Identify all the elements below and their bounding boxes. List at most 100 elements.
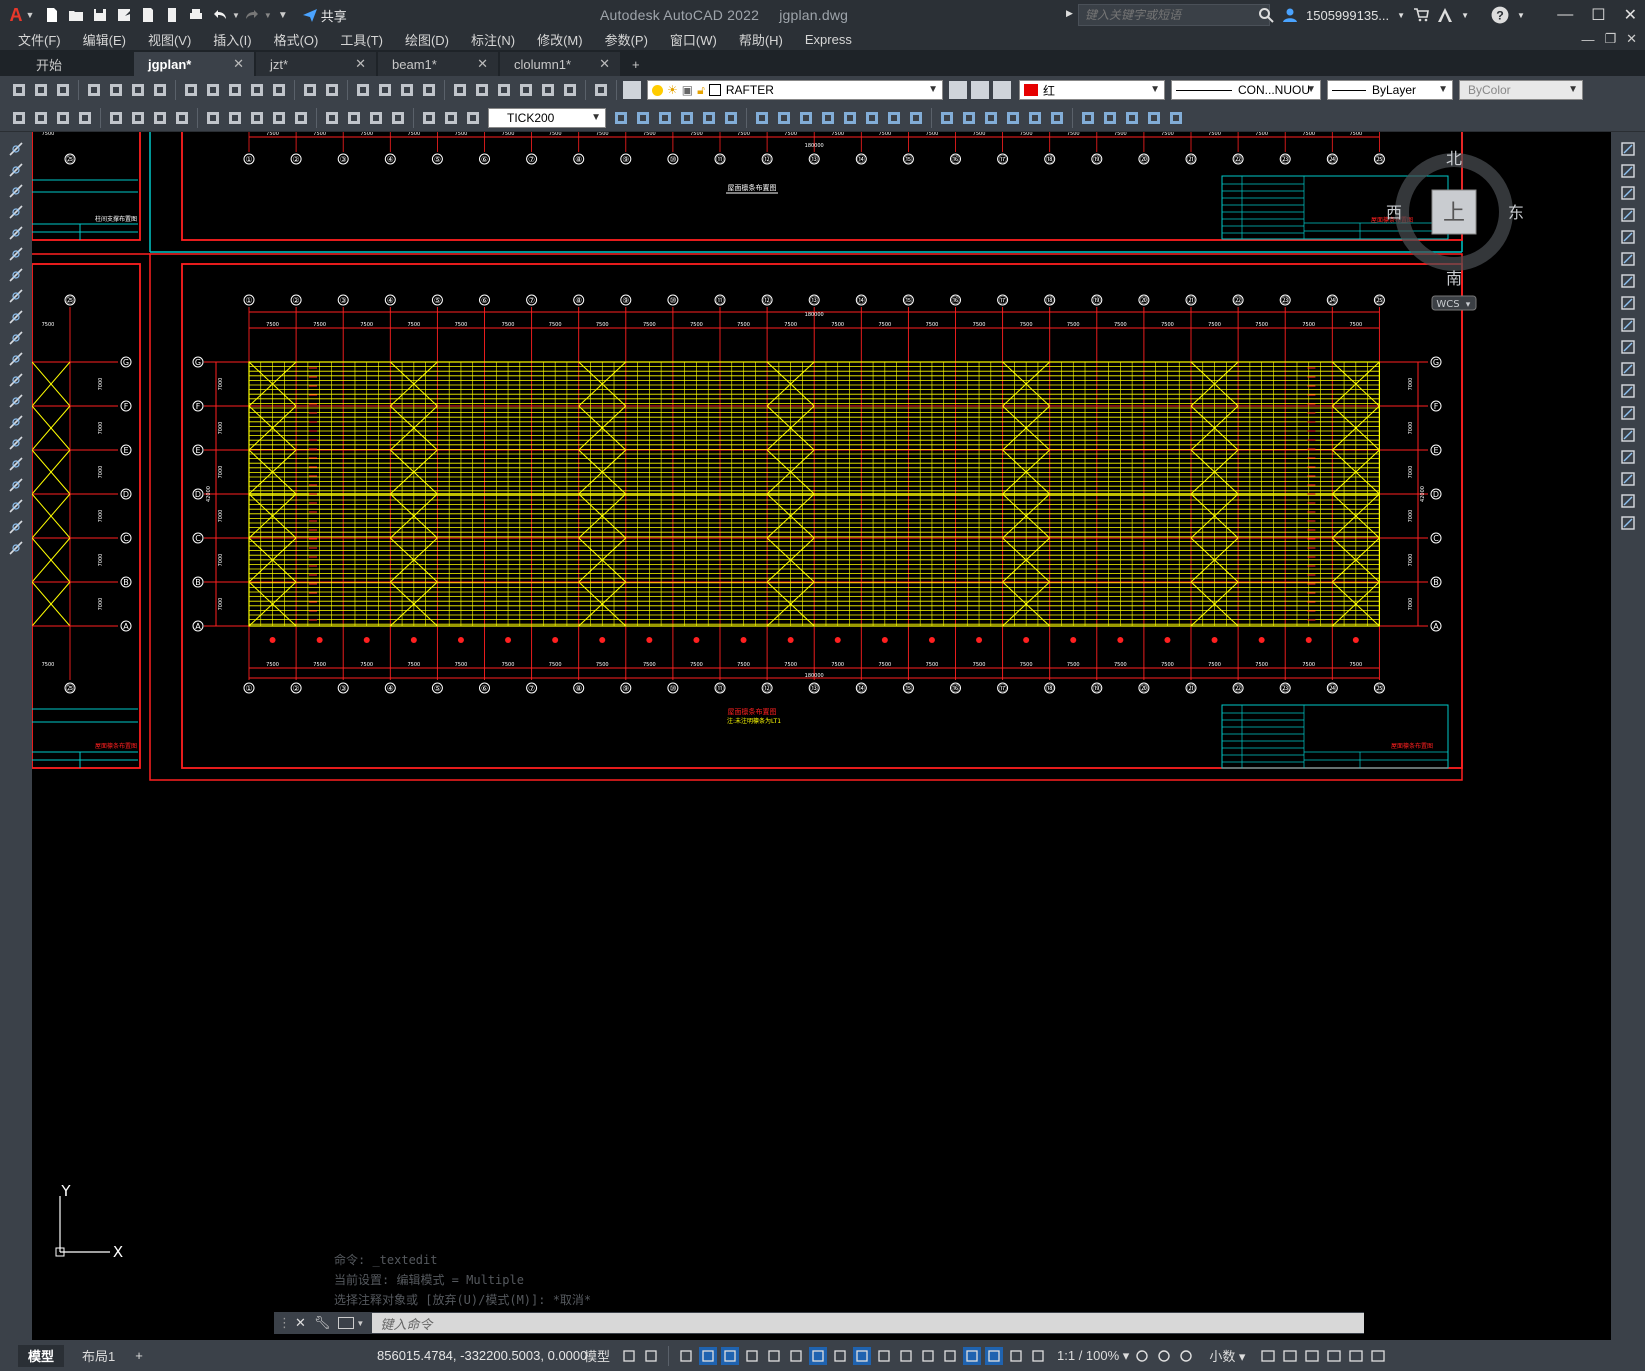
annotation-scale-icon[interactable]	[1029, 1347, 1047, 1365]
dynamic-input-icon[interactable]	[699, 1346, 718, 1365]
aligned-dim-icon[interactable]	[32, 109, 50, 127]
break-icon[interactable]	[1619, 404, 1637, 422]
new-file-icon[interactable]	[41, 4, 63, 26]
quick-dim-icon[interactable]	[204, 109, 222, 127]
close-tab-icon[interactable]: ✕	[477, 56, 488, 72]
radius-dim-icon[interactable]	[107, 109, 125, 127]
transparency-icon[interactable]	[853, 1346, 872, 1365]
move-icon[interactable]	[841, 109, 859, 127]
menu-item-8[interactable]: 修改(M)	[537, 30, 583, 49]
tool-palettes-icon[interactable]	[495, 81, 513, 99]
mirror-icon[interactable]	[775, 109, 793, 127]
revcloud-icon[interactable]	[7, 287, 25, 305]
gizmo-icon[interactable]	[963, 1346, 982, 1365]
join-icon[interactable]	[1619, 426, 1637, 444]
grip-icon[interactable]: ⋮	[278, 1315, 291, 1331]
menu-item-7[interactable]: 标注(N)	[471, 30, 515, 49]
plot-icon[interactable]	[85, 81, 103, 99]
menu-item-10[interactable]: 窗口(W)	[670, 30, 717, 49]
tab-jzt[interactable]: jzt* ✕	[256, 52, 376, 76]
blend-curves-icon[interactable]	[1619, 492, 1637, 510]
markup-icon[interactable]	[539, 81, 557, 99]
save-icon[interactable]	[54, 81, 72, 99]
quick-properties-icon[interactable]	[1259, 1347, 1277, 1365]
explode-icon[interactable]	[1079, 109, 1097, 127]
dim-edit-icon[interactable]	[420, 109, 438, 127]
workspace-gear-icon[interactable]	[1133, 1347, 1151, 1365]
ordinate-dim-icon[interactable]	[76, 109, 94, 127]
close-tab-icon[interactable]: ✕	[355, 56, 366, 72]
add-layout-button[interactable]: +	[125, 1345, 153, 1367]
doc-restore-icon[interactable]: ❐	[1604, 31, 1616, 47]
annotation-visibility-icon[interactable]	[985, 1346, 1004, 1365]
save-icon[interactable]	[89, 4, 111, 26]
zoom-realtime-icon[interactable]	[376, 81, 394, 99]
search-box[interactable]	[1078, 4, 1270, 26]
lineweight-icon[interactable]	[831, 1347, 849, 1365]
wipeout-icon[interactable]	[1145, 109, 1163, 127]
layout-tab-layout1[interactable]: 布局1	[72, 1345, 125, 1367]
break-icon[interactable]	[982, 109, 1000, 127]
cart-icon[interactable]	[1413, 7, 1430, 23]
dynamic-ucs-icon[interactable]	[919, 1347, 937, 1365]
arc-icon[interactable]	[7, 245, 25, 263]
layer-state-icon[interactable]	[993, 81, 1011, 99]
grid-icon[interactable]	[620, 1347, 638, 1365]
scale-icon[interactable]	[885, 109, 903, 127]
redo-icon[interactable]	[241, 4, 263, 26]
search-icon[interactable]	[1258, 7, 1274, 23]
cut-icon[interactable]	[182, 81, 200, 99]
rectangle-icon[interactable]	[7, 224, 25, 242]
match-properties-icon[interactable]	[248, 81, 266, 99]
jogged-dim-icon[interactable]	[129, 109, 147, 127]
maximize-icon[interactable]: ☐	[1591, 5, 1605, 25]
region-icon[interactable]	[7, 476, 25, 494]
object-snap-tracking-icon[interactable]	[787, 1347, 805, 1365]
customize-icon[interactable]	[1369, 1347, 1387, 1365]
inspection-icon[interactable]	[367, 109, 385, 127]
menu-item-12[interactable]: Express	[805, 32, 852, 47]
linetype-dropdown[interactable]: CON...NUOU ▼	[1171, 80, 1321, 100]
offset-icon[interactable]	[797, 109, 815, 127]
drawing-canvas[interactable]: 7500 ① 7500 ② 7500 ③ 7500 ④ 7500 ⑤ 7500 ⑥ 7500 ⑦ 7500 ⑧…	[32, 132, 1611, 1340]
stretch-icon[interactable]	[1619, 316, 1637, 334]
mirror-icon[interactable]	[1619, 184, 1637, 202]
undo-icon[interactable]	[301, 81, 319, 99]
continue-dim-icon[interactable]	[248, 109, 266, 127]
3d-osnap-icon[interactable]	[897, 1347, 915, 1365]
rotate-icon[interactable]	[863, 109, 881, 127]
open-icon[interactable]	[32, 81, 50, 99]
publish-icon[interactable]	[129, 81, 147, 99]
chevron-down-icon[interactable]: ▼	[1461, 11, 1469, 20]
save-to-web-icon[interactable]	[161, 4, 183, 26]
menu-item-1[interactable]: 编辑(E)	[83, 30, 126, 49]
quickcalc-icon[interactable]	[561, 81, 579, 99]
customize-qat-icon[interactable]: ▼	[278, 10, 288, 21]
tab-jgplan[interactable]: jgplan* ✕	[134, 52, 254, 76]
linear-dim-icon[interactable]	[10, 109, 28, 127]
auto-scale-icon[interactable]	[1007, 1347, 1025, 1365]
model-space-button[interactable]: 模型	[584, 1346, 610, 1365]
pan-icon[interactable]	[354, 81, 372, 99]
menu-item-3[interactable]: 插入(I)	[213, 30, 251, 49]
menu-item-5[interactable]: 工具(T)	[340, 30, 383, 49]
close-tab-icon[interactable]: ✕	[599, 56, 610, 72]
above-icon[interactable]	[656, 109, 674, 127]
autodesk-a360-icon[interactable]	[1437, 7, 1453, 23]
dimstyle-dropdown[interactable]: TICK200 ▼	[488, 107, 606, 128]
trim-icon[interactable]	[938, 109, 956, 127]
lock-ui-icon[interactable]	[1281, 1347, 1299, 1365]
plot-preview-icon[interactable]	[107, 81, 125, 99]
design-center-icon[interactable]	[473, 81, 491, 99]
menu-item-0[interactable]: 文件(F)	[18, 30, 61, 49]
boundary-icon[interactable]	[1123, 109, 1141, 127]
copy-icon[interactable]	[204, 81, 222, 99]
chevron-down-icon[interactable]: ▼	[1397, 11, 1405, 20]
open-folder-icon[interactable]	[65, 4, 87, 26]
close-icon[interactable]: ✕	[1624, 5, 1637, 25]
dim-update-icon[interactable]	[464, 109, 482, 127]
copy-icon[interactable]	[1619, 162, 1637, 180]
polygon-icon[interactable]	[7, 203, 25, 221]
make-block-icon[interactable]	[7, 392, 25, 410]
chevron-down-icon[interactable]: ▼	[232, 11, 240, 20]
